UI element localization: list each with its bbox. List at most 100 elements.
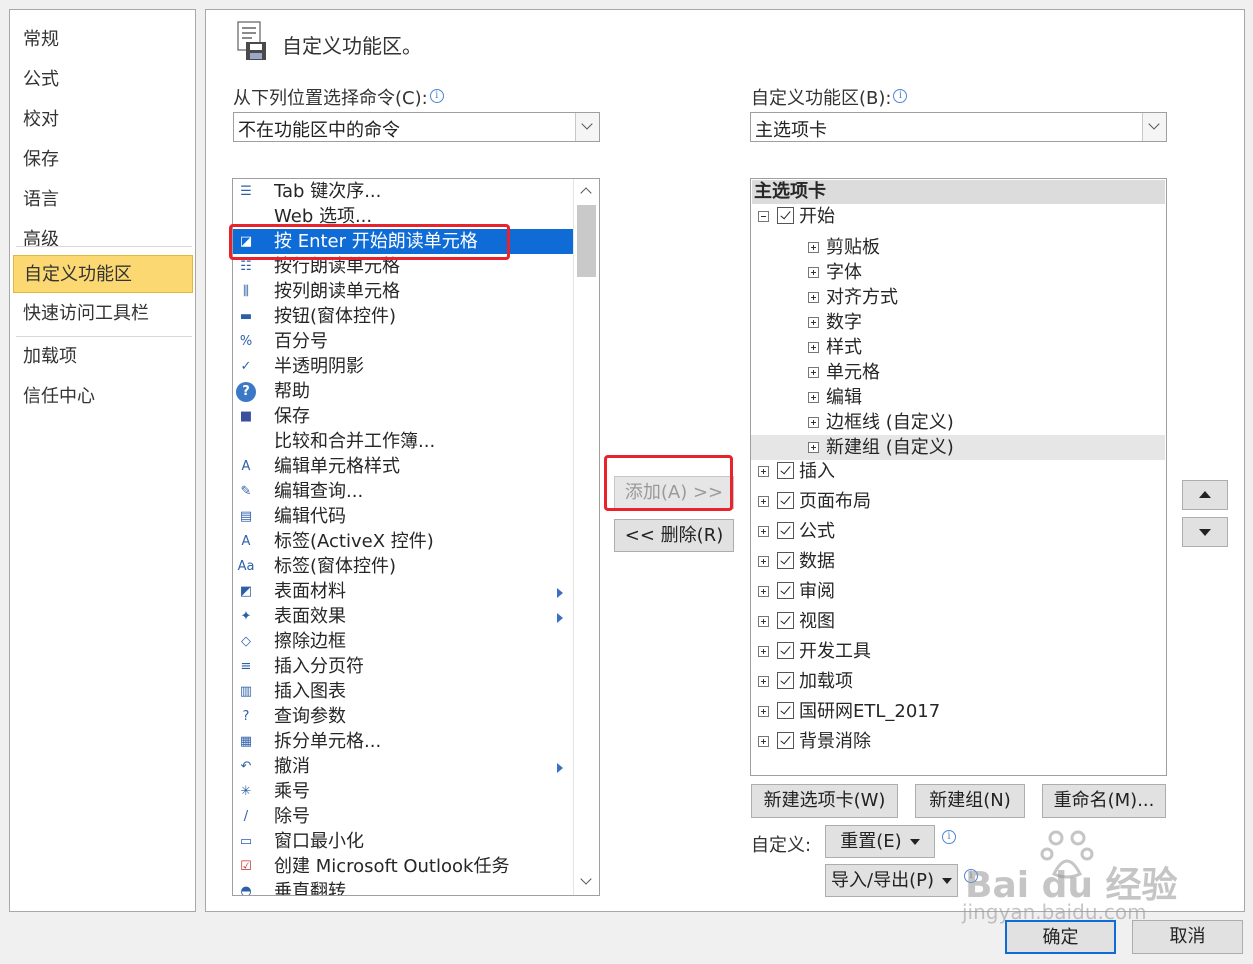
commands-scrollbar[interactable]: [573, 179, 599, 895]
command-item[interactable]: ◩ 表面材料: [233, 579, 573, 604]
ribbon-tab-node[interactable]: 开发工具: [751, 639, 1163, 664]
ribbon-tabs-combo[interactable]: 主选项卡: [750, 112, 1167, 142]
ribbon-group-node[interactable]: 样式: [751, 335, 1165, 360]
scroll-down-icon[interactable]: [580, 873, 592, 885]
commands-list[interactable]: ☰ Tab 键次序... Web 选项... ◪ 按 Enter 开始朗读单元格 ☷ 按行朗…: [232, 178, 600, 896]
expand-icon[interactable]: [758, 466, 769, 477]
tab-checkbox[interactable]: [777, 612, 794, 629]
ribbon-group-node[interactable]: 数字: [751, 310, 1165, 335]
command-item[interactable]: ▥ 插入图表: [233, 679, 573, 704]
command-item[interactable]: A 标签(ActiveX 控件): [233, 529, 573, 554]
ribbon-tab-node[interactable]: 开始: [751, 204, 1163, 229]
ribbon-group-node[interactable]: 剪贴板: [751, 235, 1165, 260]
expand-icon[interactable]: [758, 526, 769, 537]
ribbon-group-node[interactable]: 边框线 (自定义): [751, 410, 1165, 435]
command-item[interactable]: ? 查询参数: [233, 704, 573, 729]
expand-icon[interactable]: [758, 616, 769, 627]
expand-icon[interactable]: [808, 392, 819, 403]
command-item[interactable]: Aa 标签(窗体控件): [233, 554, 573, 579]
command-item[interactable]: ▤ 编辑代码: [233, 504, 573, 529]
command-item[interactable]: ▭ 窗口最小化: [233, 829, 573, 854]
command-item[interactable]: ✳ 乘号: [233, 779, 573, 804]
expand-icon[interactable]: [758, 706, 769, 717]
nav-item-4[interactable]: 语言: [13, 181, 193, 219]
move-up-button[interactable]: [1182, 480, 1228, 510]
command-item[interactable]: ↶ 撤消: [233, 754, 573, 779]
scrollbar-thumb[interactable]: [577, 205, 596, 277]
command-item[interactable]: ☰ Tab 键次序...: [233, 179, 573, 204]
nav-item-0[interactable]: 常规: [13, 21, 193, 59]
ribbon-tab-node[interactable]: 页面布局: [751, 489, 1163, 514]
ok-button[interactable]: 确定: [1005, 920, 1116, 954]
expand-icon[interactable]: [808, 292, 819, 303]
expand-icon[interactable]: [808, 267, 819, 278]
expand-icon[interactable]: [758, 556, 769, 567]
ribbon-group-node[interactable]: 新建组 (自定义): [751, 435, 1165, 460]
expand-icon[interactable]: [758, 496, 769, 507]
command-item[interactable]: 比较和合并工作簿...: [233, 429, 573, 454]
nav-item-9[interactable]: 信任中心: [13, 378, 193, 416]
scroll-up-icon[interactable]: [580, 187, 592, 199]
tab-checkbox[interactable]: [777, 702, 794, 719]
remove-button[interactable]: << 删除(R): [614, 519, 734, 552]
expand-icon[interactable]: [808, 342, 819, 353]
new-tab-button[interactable]: 新建选项卡(W): [751, 784, 898, 818]
ribbon-group-node[interactable]: 对齐方式: [751, 285, 1165, 310]
chevron-down-icon[interactable]: [1142, 113, 1166, 141]
collapse-icon[interactable]: [758, 211, 769, 222]
command-item[interactable]: A 编辑单元格样式: [233, 454, 573, 479]
import-export-button[interactable]: 导入/导出(P): [825, 864, 958, 897]
tab-checkbox[interactable]: [777, 492, 794, 509]
expand-icon[interactable]: [758, 586, 769, 597]
tab-checkbox[interactable]: [777, 732, 794, 749]
cancel-button[interactable]: 取消: [1132, 920, 1243, 954]
ribbon-tree[interactable]: 主选项卡 开始 剪贴板 字体 对齐方式 数字 样式 单元格 编辑 边框线 (自定义) 新建组 (自…: [750, 178, 1167, 776]
expand-icon[interactable]: [808, 367, 819, 378]
expand-icon[interactable]: [758, 646, 769, 657]
command-item[interactable]: % 百分号: [233, 329, 573, 354]
nav-item-1[interactable]: 公式: [13, 61, 193, 99]
command-item[interactable]: ✦ 表面效果: [233, 604, 573, 629]
expand-icon[interactable]: [808, 242, 819, 253]
nav-item-2[interactable]: 校对: [13, 101, 193, 139]
ribbon-tab-node[interactable]: 国研网ETL_2017: [751, 699, 1163, 724]
command-item[interactable]: ☑ 创建 Microsoft Outlook任务: [233, 854, 573, 879]
ribbon-tab-node[interactable]: 背景消除: [751, 729, 1163, 754]
reset-button[interactable]: 重置(E): [825, 825, 935, 858]
new-group-button[interactable]: 新建组(N): [915, 784, 1025, 818]
expand-icon[interactable]: [758, 676, 769, 687]
command-item[interactable]: ⫼ 按列朗读单元格: [233, 279, 573, 304]
choose-commands-combo[interactable]: 不在功能区中的命令: [233, 112, 600, 142]
nav-item-7[interactable]: 快速访问工具栏: [13, 295, 193, 333]
ribbon-group-node[interactable]: 编辑: [751, 385, 1165, 410]
nav-item-8[interactable]: 加载项: [13, 338, 193, 376]
nav-item-6[interactable]: 自定义功能区: [13, 255, 193, 293]
nav-item-3[interactable]: 保存: [13, 141, 193, 179]
ribbon-tab-node[interactable]: 加载项: [751, 669, 1163, 694]
command-item[interactable]: ■ 保存: [233, 404, 573, 429]
command-item[interactable]: ✓ 半透明阴影: [233, 354, 573, 379]
command-item[interactable]: / 除号: [233, 804, 573, 829]
ribbon-tab-node[interactable]: 视图: [751, 609, 1163, 634]
tab-checkbox[interactable]: [777, 462, 794, 479]
command-item[interactable]: ✎ 编辑查询...: [233, 479, 573, 504]
command-item[interactable]: ? 帮助: [233, 379, 573, 404]
ribbon-group-node[interactable]: 字体: [751, 260, 1165, 285]
ribbon-tab-node[interactable]: 插入: [751, 459, 1163, 484]
ribbon-group-node[interactable]: 单元格: [751, 360, 1165, 385]
command-item[interactable]: ▬ 按钮(窗体控件): [233, 304, 573, 329]
tab-checkbox[interactable]: [777, 642, 794, 659]
command-item[interactable]: ≡ 插入分页符: [233, 654, 573, 679]
expand-icon[interactable]: [808, 442, 819, 453]
expand-icon[interactable]: [808, 417, 819, 428]
expand-icon[interactable]: [758, 736, 769, 747]
tab-checkbox[interactable]: [777, 207, 794, 224]
move-down-button[interactable]: [1182, 517, 1228, 547]
command-item[interactable]: ▦ 拆分单元格...: [233, 729, 573, 754]
rename-button[interactable]: 重命名(M)...: [1042, 784, 1166, 818]
expand-icon[interactable]: [808, 317, 819, 328]
ribbon-tab-node[interactable]: 公式: [751, 519, 1163, 544]
chevron-down-icon[interactable]: [575, 113, 599, 141]
nav-item-5[interactable]: 高级: [13, 221, 193, 259]
ribbon-tab-node[interactable]: 数据: [751, 549, 1163, 574]
